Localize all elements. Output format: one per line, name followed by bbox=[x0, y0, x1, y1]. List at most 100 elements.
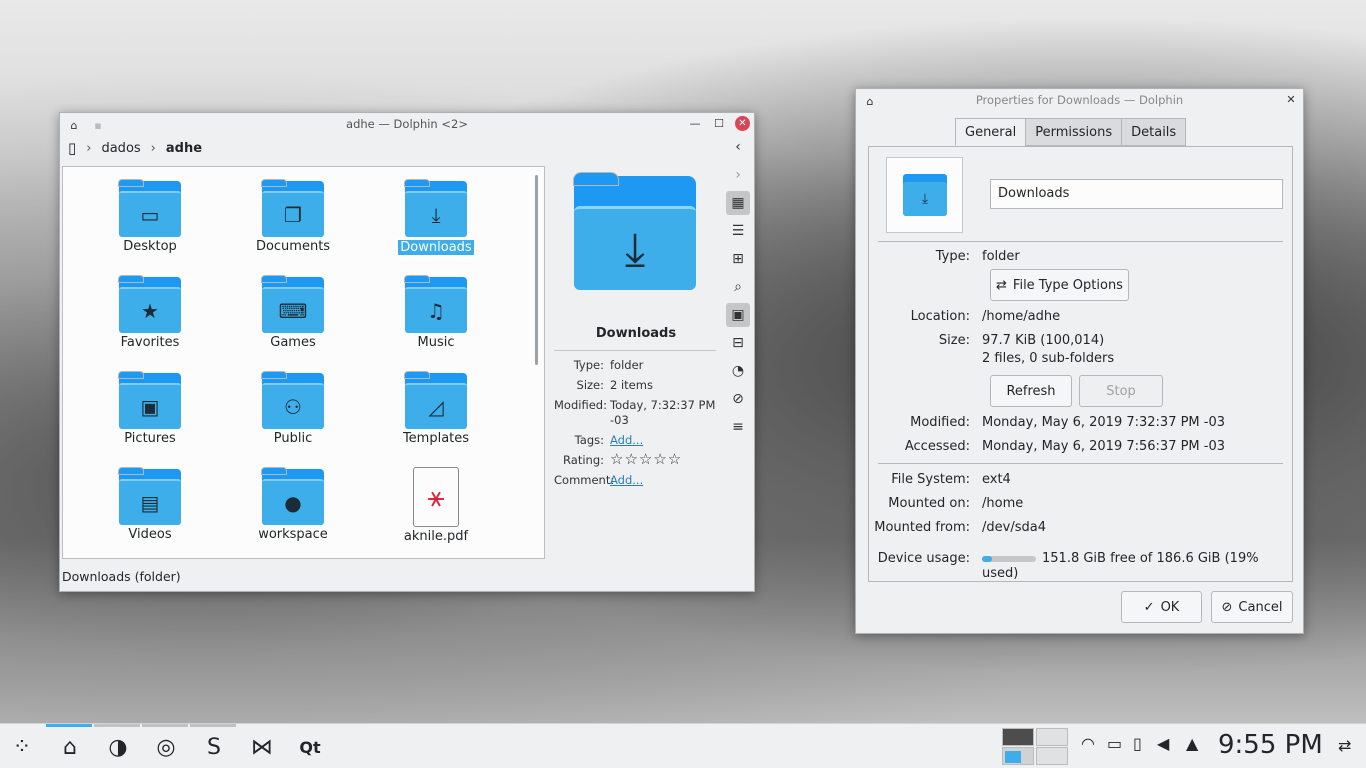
window-title: adhe — Dolphin <2> bbox=[346, 117, 468, 131]
dolphin-task-icon[interactable]: ⌂ bbox=[52, 730, 88, 764]
information-panel: ⤓ Downloads Type: folder Size: 2 items M… bbox=[554, 166, 718, 559]
button-label: Cancel bbox=[1238, 599, 1283, 615]
icons-view-icon[interactable]: ▦ bbox=[726, 191, 750, 215]
sliders-icon: ⇄ bbox=[996, 277, 1007, 293]
keep-above-icon[interactable]: ▪ bbox=[90, 117, 106, 133]
cancel-button[interactable]: ⊘ Cancel bbox=[1211, 591, 1293, 623]
volume-icon[interactable]: ◀ bbox=[1157, 734, 1169, 753]
file-label: workspace bbox=[258, 527, 328, 542]
stop-button[interactable]: Stop bbox=[1079, 375, 1163, 407]
properties-titlebar[interactable]: ⌂ Properties for Downloads — Dolphin ✕ bbox=[856, 89, 1303, 111]
breadcrumb-item-dados[interactable]: dados bbox=[101, 141, 140, 156]
task-indicator bbox=[94, 724, 140, 727]
file-item[interactable]: ❐ Documents bbox=[238, 179, 348, 254]
tab-bar: General Permissions Details bbox=[955, 118, 1187, 146]
dolphin-window[interactable]: ⌂ ▪ adhe — Dolphin <2> — ☐ ✕ ▯ › dados ›… bbox=[59, 112, 755, 592]
info-comment-row: Comment: Add... bbox=[554, 473, 718, 487]
dolphin-titlebar[interactable]: ⌂ ▪ adhe — Dolphin <2> — ☐ ✕ bbox=[60, 113, 754, 135]
file-item[interactable]: ⤓ Downloads bbox=[381, 179, 491, 257]
device-notifier-icon[interactable]: ▭ bbox=[1107, 734, 1122, 753]
preview-icon[interactable]: ▣ bbox=[726, 303, 750, 327]
file-item[interactable]: ⌨ Games bbox=[238, 275, 348, 350]
virtual-desktop-pager[interactable] bbox=[1002, 728, 1070, 766]
file-item[interactable]: ⚇ Public bbox=[238, 371, 348, 446]
hidden-files-icon[interactable]: ⊘ bbox=[726, 387, 750, 411]
sublime-task-icon[interactable]: S bbox=[196, 730, 232, 764]
template-icon: ◿ bbox=[404, 371, 467, 429]
taskbar: ⁘ ⌂ ◑ ◎ S ⋈ Qt ◠ ▭ ▯ ◀ ▲ 9:55 PM ⇄ bbox=[0, 723, 1366, 768]
mounted-from-row: Mounted from: /dev/sda4 bbox=[869, 520, 1294, 535]
tab-general[interactable]: General bbox=[955, 118, 1027, 146]
file-item[interactable]: ▤ Videos bbox=[95, 467, 205, 542]
value: folder bbox=[610, 358, 644, 372]
breadcrumb: ▯ › dados › adhe bbox=[68, 137, 202, 159]
panel-config-icon[interactable]: ⇄ bbox=[1338, 736, 1351, 755]
details-view-icon[interactable]: ⊞ bbox=[726, 247, 750, 271]
properties-window[interactable]: ⌂ Properties for Downloads — Dolphin ✕ G… bbox=[855, 88, 1304, 634]
star-icon: ★ bbox=[118, 275, 181, 333]
folder-icon-button[interactable]: ⤓ bbox=[886, 157, 963, 233]
desktop-2[interactable] bbox=[1036, 728, 1068, 746]
name-field[interactable]: Downloads bbox=[990, 179, 1283, 209]
file-item[interactable]: ★ Favorites bbox=[95, 275, 205, 350]
search-icon[interactable]: ⌕ bbox=[726, 275, 750, 299]
location-row: Location: /home/adhe bbox=[869, 309, 1294, 324]
window-menu-icon[interactable]: ⌂ bbox=[66, 117, 82, 133]
close-icon[interactable]: ✕ bbox=[1283, 91, 1299, 107]
terminal-icon[interactable]: ◔ bbox=[726, 359, 750, 383]
qt-creator-task-icon[interactable]: Qt bbox=[292, 730, 328, 764]
minimize-icon[interactable]: — bbox=[687, 115, 703, 131]
desktop-1[interactable] bbox=[1002, 728, 1034, 746]
scrollbar[interactable] bbox=[535, 175, 538, 365]
label: Modified: bbox=[554, 398, 607, 412]
tab-permissions[interactable]: Permissions bbox=[1025, 118, 1123, 146]
terminal-task-icon[interactable]: ◑ bbox=[100, 730, 136, 764]
file-type-options-button[interactable]: ⇄ File Type Options bbox=[990, 269, 1129, 301]
hamburger-menu-icon[interactable]: ≡ bbox=[726, 415, 750, 439]
divider bbox=[878, 241, 1283, 242]
label: Accessed: bbox=[904, 439, 970, 454]
file-item[interactable]: ◿ Templates bbox=[381, 371, 491, 446]
ok-button[interactable]: ✓ OK bbox=[1121, 591, 1202, 623]
breadcrumb-item-adhe[interactable]: adhe bbox=[166, 141, 202, 156]
forward-icon[interactable]: › bbox=[726, 163, 750, 187]
file-item[interactable]: ♫ Music bbox=[381, 275, 491, 350]
file-item[interactable]: ▣ Pictures bbox=[95, 371, 205, 446]
file-item[interactable]: ▭ Desktop bbox=[95, 179, 205, 254]
clipboard-icon[interactable]: ▯ bbox=[1133, 734, 1142, 753]
application-launcher-icon[interactable]: ⁘ bbox=[4, 730, 40, 764]
vscode-task-icon[interactable]: ⋈ bbox=[244, 730, 280, 764]
file-item[interactable]: ● workspace bbox=[238, 467, 348, 542]
usage-bar bbox=[982, 555, 1036, 562]
tab-details[interactable]: Details bbox=[1121, 118, 1187, 146]
back-icon[interactable]: ‹ bbox=[726, 135, 750, 159]
firefox-task-icon[interactable]: ◎ bbox=[148, 730, 184, 764]
desktop-4[interactable] bbox=[1036, 747, 1068, 765]
compact-view-icon[interactable]: ☰ bbox=[726, 219, 750, 243]
info-tags-row: Tags: Add... bbox=[554, 433, 718, 447]
file-view[interactable]: ▭ Desktop ❐ Documents ⤓ Downloads ★ Favorites ⌨ G… bbox=[62, 166, 545, 559]
rating-stars[interactable]: ☆☆☆☆☆ bbox=[610, 452, 718, 467]
drive-icon[interactable]: ▯ bbox=[68, 139, 76, 157]
download-folder-icon: ⤓ bbox=[903, 174, 947, 216]
clock[interactable]: 9:55 PM bbox=[1218, 730, 1323, 760]
value: ext4 bbox=[982, 472, 1011, 487]
add-comment-link[interactable]: Add... bbox=[610, 473, 718, 487]
desktop-3[interactable] bbox=[1002, 747, 1034, 765]
close-icon[interactable]: ✕ bbox=[735, 115, 750, 131]
window-title: Properties for Downloads — Dolphin bbox=[975, 93, 1184, 107]
split-icon[interactable]: ⊟ bbox=[726, 331, 750, 355]
downloads-preview-icon: ⤓ bbox=[573, 172, 696, 290]
wifi-icon[interactable]: ◠ bbox=[1081, 734, 1095, 753]
maximize-icon[interactable]: ☐ bbox=[711, 115, 727, 131]
refresh-button[interactable]: Refresh bbox=[990, 375, 1072, 407]
tray-expand-icon[interactable]: ▲ bbox=[1186, 734, 1198, 753]
device-usage-row: Device usage: 151.8 GiB free of 186.6 Gi… bbox=[869, 551, 1294, 581]
value: /home bbox=[982, 496, 1024, 511]
add-tags-link[interactable]: Add... bbox=[610, 433, 718, 447]
chevron-right-icon: › bbox=[150, 140, 156, 156]
file-item[interactable]: ⚹ aknile.pdf bbox=[381, 467, 491, 544]
file-label: aknile.pdf bbox=[403, 529, 469, 544]
file-label: Pictures bbox=[124, 431, 176, 446]
window-menu-icon[interactable]: ⌂ bbox=[862, 93, 878, 109]
